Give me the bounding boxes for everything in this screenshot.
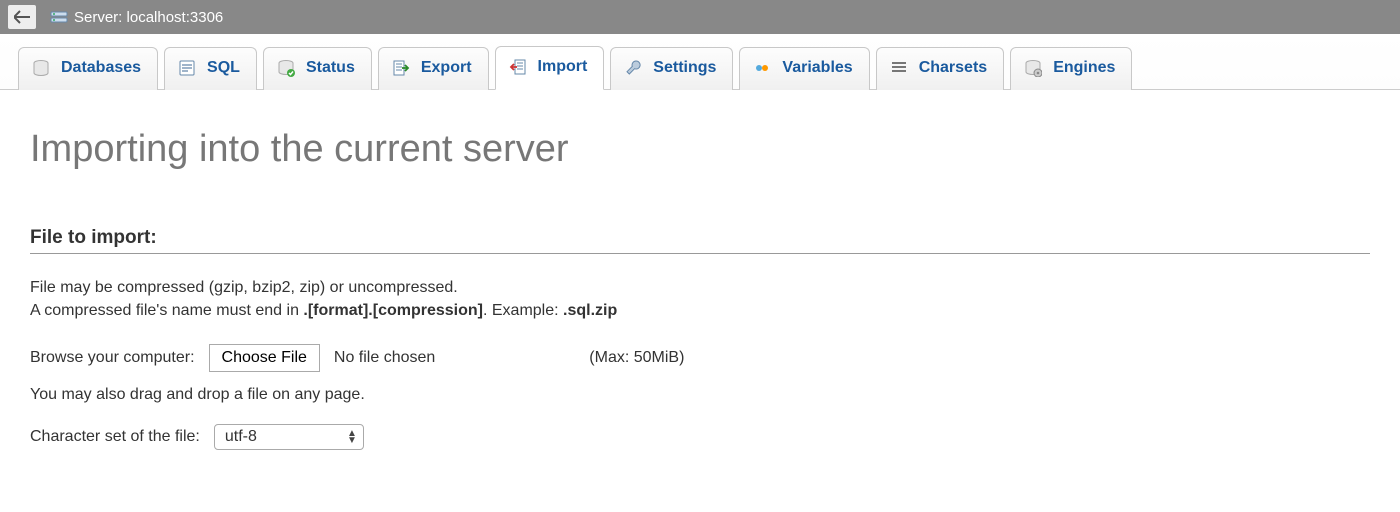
tab-engines[interactable]: Engines xyxy=(1010,47,1132,90)
variables-icon xyxy=(752,58,772,78)
tab-label: SQL xyxy=(207,59,240,77)
no-file-chosen-text: No file chosen xyxy=(334,349,435,367)
tab-label: Charsets xyxy=(919,59,987,77)
choose-file-button[interactable]: Choose File xyxy=(209,344,320,372)
tab-label: Import xyxy=(538,58,588,76)
tab-label: Databases xyxy=(61,59,141,77)
tab-label: Settings xyxy=(653,59,716,77)
status-icon xyxy=(276,58,296,78)
browse-label: Browse your computer: xyxy=(30,349,195,367)
tab-label: Variables xyxy=(782,59,852,77)
breadcrumb-bar: Server: localhost:3306 xyxy=(0,0,1400,34)
tab-label: Export xyxy=(421,59,472,77)
tab-export[interactable]: Export xyxy=(378,47,489,90)
charset-select-value: utf-8 xyxy=(225,428,257,446)
help-line-2: A compressed file's name must end in .[f… xyxy=(30,299,1370,322)
database-icon xyxy=(31,58,51,78)
drag-drop-note: You may also drag and drop a file on any… xyxy=(30,386,365,404)
page-title: Importing into the current server xyxy=(30,128,1370,171)
help-line-2-example: .sql.zip xyxy=(563,302,617,319)
help-line-2-prefix: A compressed file's name must end in xyxy=(30,302,303,319)
tab-label: Status xyxy=(306,59,355,77)
tab-settings[interactable]: Settings xyxy=(610,47,733,90)
section-file-to-import-title: File to import: xyxy=(30,227,1370,254)
tab-charsets[interactable]: Charsets xyxy=(876,47,1004,90)
help-text: File may be compressed (gzip, bzip2, zip… xyxy=(30,276,1370,322)
tab-variables[interactable]: Variables xyxy=(739,47,869,90)
help-line-2-mid: . Example: xyxy=(483,302,563,319)
sql-icon xyxy=(177,58,197,78)
breadcrumb-server-link[interactable]: Server: localhost:3306 xyxy=(74,9,223,26)
arrow-left-icon xyxy=(14,10,30,24)
wrench-icon xyxy=(623,58,643,78)
max-size-text: (Max: 50MiB) xyxy=(589,349,684,367)
export-icon xyxy=(391,58,411,78)
tab-import[interactable]: Import xyxy=(495,46,605,90)
charset-row: Character set of the file: utf-8 ▲▼ xyxy=(30,424,1370,450)
help-line-2-format: .[format].[compression] xyxy=(303,302,483,319)
engines-icon xyxy=(1023,58,1043,78)
tab-databases[interactable]: Databases xyxy=(18,47,158,90)
back-button[interactable] xyxy=(8,5,36,29)
server-icon xyxy=(50,8,68,26)
import-icon xyxy=(508,57,528,77)
browse-row: Browse your computer: Choose File No fil… xyxy=(30,344,1370,372)
main-content: Importing into the current server File t… xyxy=(0,90,1400,484)
tab-sql[interactable]: SQL xyxy=(164,47,257,90)
charset-label: Character set of the file: xyxy=(30,428,200,446)
tab-status[interactable]: Status xyxy=(263,47,372,90)
charsets-icon xyxy=(889,58,909,78)
help-line-1: File may be compressed (gzip, bzip2, zip… xyxy=(30,276,1370,299)
tab-label: Engines xyxy=(1053,59,1115,77)
select-arrows-icon: ▲▼ xyxy=(347,430,357,444)
tab-bar: Databases SQL Status Export Import Setti… xyxy=(0,34,1400,90)
charset-select[interactable]: utf-8 ▲▼ xyxy=(214,424,364,450)
